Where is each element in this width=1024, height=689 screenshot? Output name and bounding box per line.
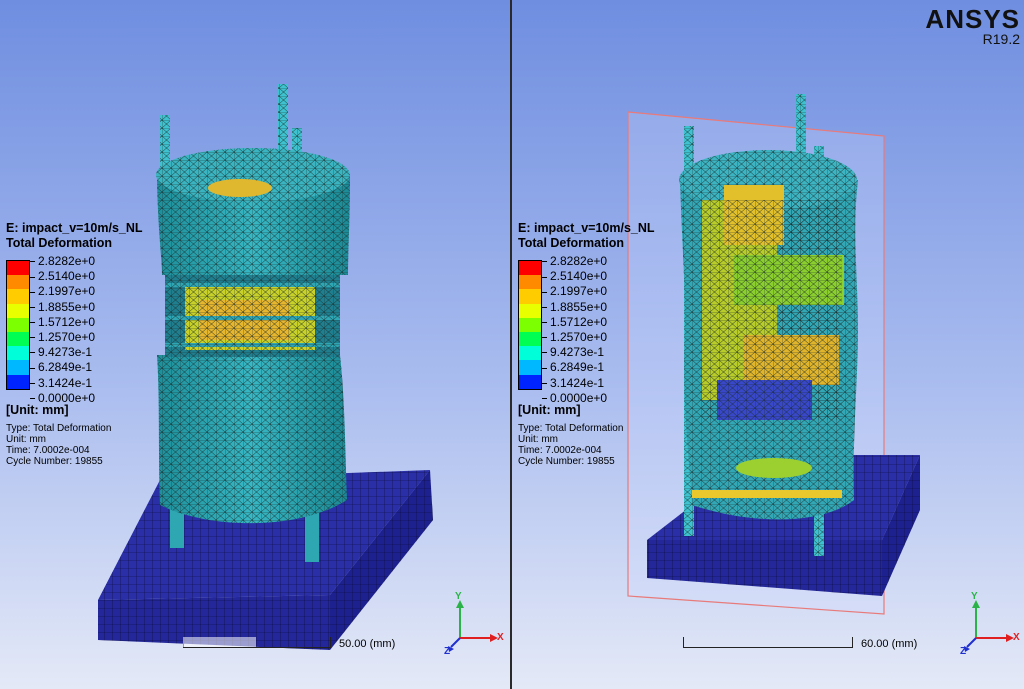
color-band [519,331,541,347]
cylinder-body [156,148,350,524]
info-cycle: Cycle Number: 19855 [6,456,103,467]
legend-unit: [Unit: mm] [518,403,581,417]
color-band [7,360,29,375]
legend-tick: 1.8855e+0 [542,300,607,315]
legend-tick: 1.8855e+0 [30,300,95,315]
color-band [519,275,541,290]
legend-info: Type: Total Deformation Unit: mm Time: 7… [6,423,111,467]
legend-tick: 3.1424e-1 [542,376,607,391]
legend-subtitle: Total Deformation [518,236,625,250]
legend-tick: 2.1997e+0 [542,284,607,299]
legend-tick: 1.2570e+0 [542,330,607,345]
left-graphics-viewport[interactable]: E: impact_v=10m/s_NL Total Deformation 2… [0,0,510,689]
color-band [7,289,29,304]
axis-z-label: Z [444,646,451,657]
cylinder-section [679,150,858,520]
color-band [519,303,541,318]
color-bar [518,260,542,390]
color-band [519,346,541,361]
color-band [7,275,29,290]
color-band [7,374,29,389]
brand-name: ANSYS [925,4,1020,34]
legend-tick: 1.5712e+0 [30,315,95,330]
axis-y-label: Y [971,591,978,602]
legend-tick: 1.5712e+0 [542,315,607,330]
legend[interactable]: E: impact_v=10m/s_NL Total Deformation 2… [518,221,708,467]
info-cycle: Cycle Number: 19855 [518,456,615,467]
info-time: Time: 7.0002e-004 [6,445,90,456]
axis-x-label: X [497,632,504,643]
color-band [519,374,541,389]
color-band [519,289,541,304]
legend[interactable]: E: impact_v=10m/s_NL Total Deformation 2… [6,221,196,467]
info-unit: Unit: mm [518,434,558,445]
scale-label: 60.00 (mm) [861,638,918,650]
legend-tick: 2.8282e+0 [30,254,95,269]
legend-tick: 2.1997e+0 [30,284,95,299]
ansys-logo: ANSYS R19.2 [925,6,1020,47]
info-type: Type: Total Deformation [518,423,624,434]
color-band [519,317,541,332]
legend-unit: [Unit: mm] [6,403,69,417]
legend-tick: 9.4273e-1 [542,345,607,360]
app-window: E: impact_v=10m/s_NL Total Deformation 2… [0,0,1024,689]
legend-info: Type: Total Deformation Unit: mm Time: 7… [518,423,623,467]
legend-tick: 2.5140e+0 [542,269,607,284]
legend-title: E: impact_v=10m/s_NL [518,221,655,235]
axis-y-label: Y [455,591,462,602]
axis-triad[interactable]: Y X Z [960,591,1022,658]
color-band [7,331,29,347]
axis-triad[interactable]: Y X Z [444,591,506,658]
legend-tick: 6.2849e-1 [30,360,95,375]
legend-tick: 9.4273e-1 [30,345,95,360]
info-time: Time: 7.0002e-004 [518,445,602,456]
color-band [519,360,541,375]
color-band [7,346,29,361]
triad-arrows [964,600,1014,652]
right-graphics-viewport[interactable]: E: impact_v=10m/s_NL Total Deformation 2… [512,0,1024,689]
axis-x-label: X [1013,632,1020,643]
scale-label: 50.00 (mm) [339,638,396,650]
color-band [7,261,29,276]
triad-arrows [448,600,498,652]
legend-subtitle: Total Deformation [6,236,113,250]
brand-version: R19.2 [982,31,1020,47]
legend-tick: 3.1424e-1 [30,376,95,391]
info-type: Type: Total Deformation [6,423,112,434]
legend-tick: 1.2570e+0 [30,330,95,345]
info-unit: Unit: mm [6,434,46,445]
legend-tick: 2.5140e+0 [30,269,95,284]
legend-ticks: 2.8282e+0 2.5140e+0 2.1997e+0 1.8855e+0 … [542,254,607,406]
legend-title: E: impact_v=10m/s_NL [6,221,143,235]
axis-z-label: Z [960,646,967,657]
color-band [7,317,29,332]
legend-tick: 2.8282e+0 [542,254,607,269]
color-band [519,261,541,276]
color-bar [6,260,30,390]
legend-ticks: 2.8282e+0 2.5140e+0 2.1997e+0 1.8855e+0 … [30,254,95,406]
legend-tick: 6.2849e-1 [542,360,607,375]
color-band [7,303,29,318]
